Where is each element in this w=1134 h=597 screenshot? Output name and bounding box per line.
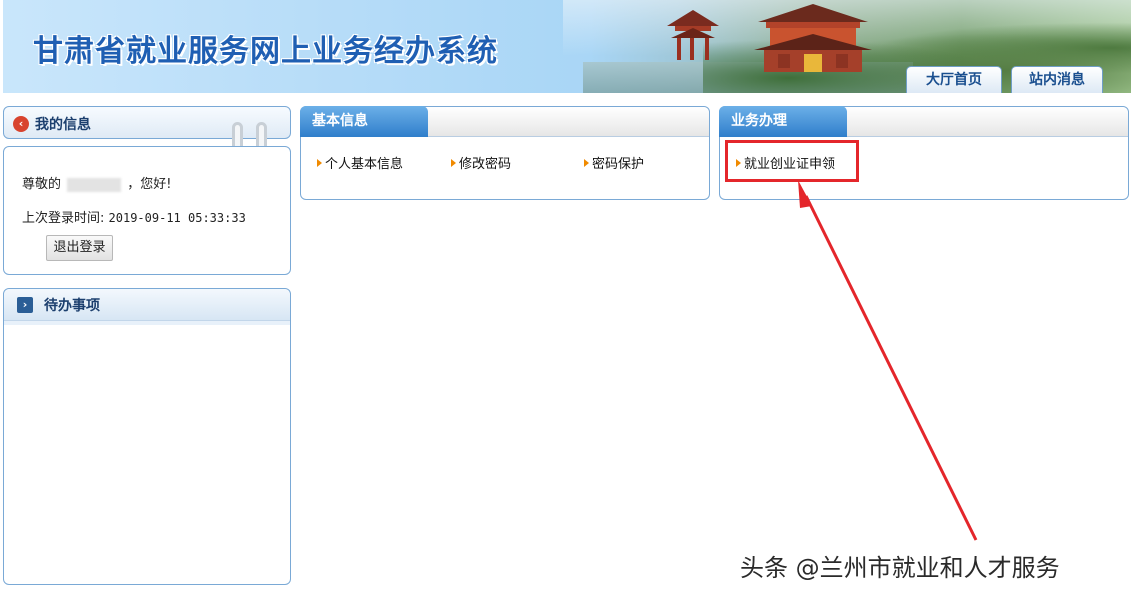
annotation-arrow xyxy=(798,180,978,541)
watermark: 头条 @兰州市就业和人才服务 xyxy=(740,554,1060,582)
